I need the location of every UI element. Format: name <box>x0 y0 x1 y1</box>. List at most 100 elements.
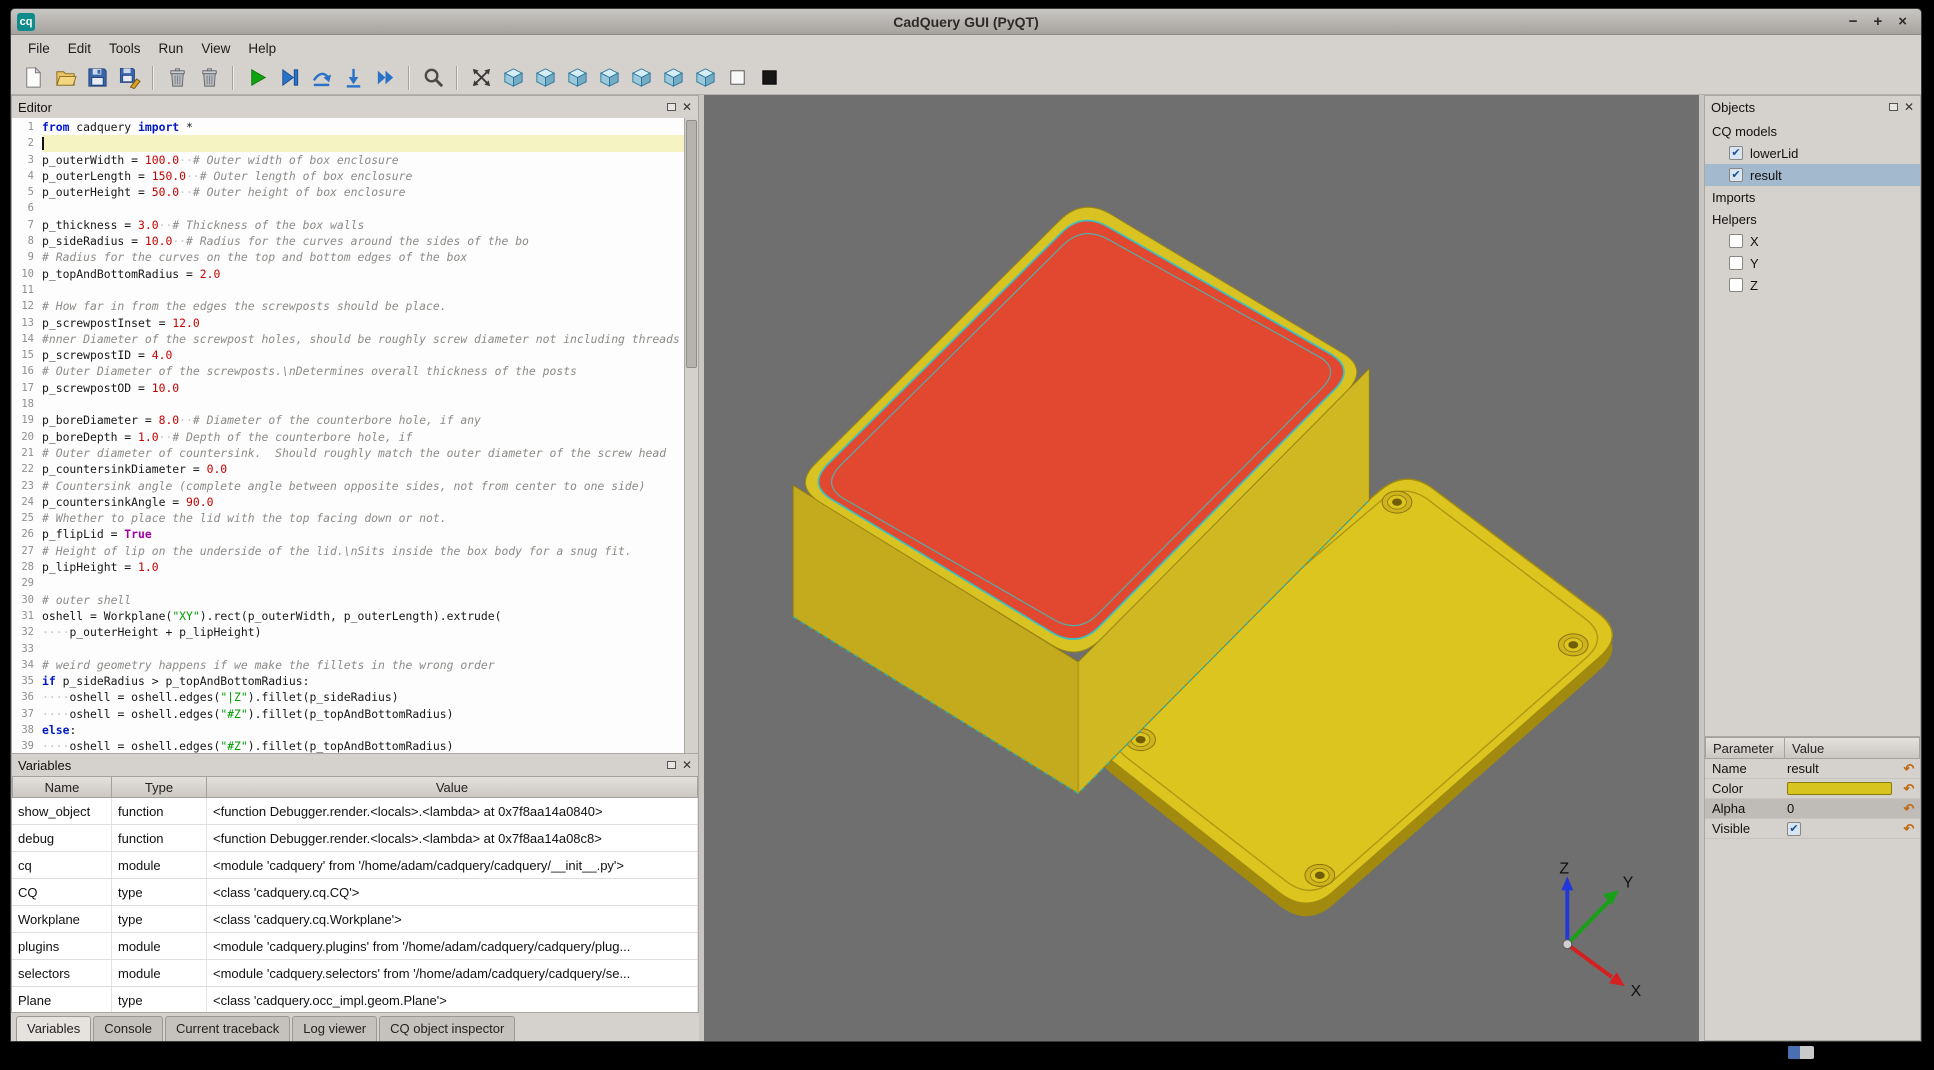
objects-float-icon[interactable] <box>1889 103 1898 111</box>
tree-item-y[interactable]: Y <box>1705 252 1920 274</box>
view-bottom-button[interactable] <box>690 63 720 93</box>
param-row-alpha[interactable]: Alpha0↶ <box>1705 799 1920 819</box>
run-script-button[interactable] <box>242 63 272 93</box>
variables-close-icon[interactable]: ✕ <box>682 759 692 771</box>
tab-current-traceback[interactable]: Current traceback <box>165 1016 290 1041</box>
menu-edit[interactable]: Edit <box>59 38 100 59</box>
reset-button[interactable]: ↶ <box>1898 821 1920 837</box>
minimize-button[interactable]: − <box>1849 13 1858 30</box>
editor-close-icon[interactable]: ✕ <box>682 101 692 113</box>
tree-item-result[interactable]: ✔result <box>1705 164 1920 186</box>
table-row[interactable]: show_objectfunction<function Debugger.re… <box>12 798 698 825</box>
code-line: 24p_countersinkAngle = 90.0 <box>12 494 684 510</box>
param-row-name[interactable]: Nameresult↶ <box>1705 759 1920 779</box>
editor-float-icon[interactable] <box>667 103 676 111</box>
checkbox-result[interactable]: ✔ <box>1729 168 1743 182</box>
line-number: 14 <box>12 331 42 347</box>
param-value-alpha[interactable]: 0 <box>1785 801 1898 816</box>
variables-float-icon[interactable] <box>667 761 676 769</box>
step-over-button[interactable] <box>306 63 336 93</box>
view-top-button[interactable] <box>658 63 688 93</box>
debug-script-button[interactable] <box>274 63 304 93</box>
view-back-button[interactable] <box>562 63 592 93</box>
wireframe-mode-button[interactable] <box>722 63 752 93</box>
tree-item-z[interactable]: Z <box>1705 274 1920 296</box>
params-col-header-value[interactable]: Value <box>1785 737 1920 759</box>
visible-checkbox[interactable]: ✔ <box>1787 822 1801 836</box>
shaded-mode-button[interactable] <box>754 63 784 93</box>
param-value-color[interactable] <box>1785 782 1898 795</box>
params-col-header-parameter[interactable]: Parameter <box>1705 737 1785 759</box>
tree-group-imports[interactable]: Imports <box>1705 186 1920 208</box>
line-number: 5 <box>12 184 42 200</box>
app-window: cq CadQuery GUI (PyQT) − + × FileEditToo… <box>10 8 1922 1042</box>
view-right-button[interactable] <box>626 63 656 93</box>
view-left-button[interactable] <box>594 63 624 93</box>
tree-group-helpers[interactable]: Helpers <box>1705 208 1920 230</box>
editor-scrollbar[interactable] <box>684 118 698 753</box>
tree-item-lowerlid[interactable]: ✔lowerLid <box>1705 142 1920 164</box>
viewport-3d[interactable]: Z Y X <box>704 95 1699 1041</box>
checkbox-lowerlid[interactable]: ✔ <box>1729 146 1743 160</box>
variables-col-header-type[interactable]: Type <box>112 776 207 798</box>
tab-variables[interactable]: Variables <box>16 1016 91 1041</box>
maximize-button[interactable]: + <box>1873 13 1882 30</box>
tree-item-x[interactable]: X <box>1705 230 1920 252</box>
editor-code[interactable]: 1from cadquery import *23p_outerWidth = … <box>12 118 698 753</box>
table-row[interactable]: pluginsmodule<module 'cadquery.plugins' … <box>12 933 698 960</box>
reset-button[interactable]: ↶ <box>1898 781 1920 797</box>
toolbar <box>11 61 1921 95</box>
tab-log-viewer[interactable]: Log viewer <box>292 1016 377 1041</box>
save-as-button[interactable] <box>114 63 144 93</box>
menu-run[interactable]: Run <box>150 38 193 59</box>
titlebar[interactable]: cq CadQuery GUI (PyQT) − + × <box>11 9 1921 35</box>
view-axonometric-button[interactable] <box>498 63 528 93</box>
param-value-name[interactable]: result <box>1785 761 1898 776</box>
debug-script-icon <box>278 66 301 89</box>
color-swatch[interactable] <box>1787 782 1892 795</box>
menu-view[interactable]: View <box>192 38 239 59</box>
save-file-button[interactable] <box>82 63 112 93</box>
checkbox-y[interactable] <box>1729 256 1743 270</box>
table-row[interactable]: Workplanetype<class 'cadquery.cq.Workpla… <box>12 906 698 933</box>
checkbox-z[interactable] <box>1729 278 1743 292</box>
line-number: 1 <box>12 119 42 135</box>
tree-group-cq-models[interactable]: CQ models <box>1705 120 1920 142</box>
table-row[interactable]: debugfunction<function Debugger.render.<… <box>12 825 698 852</box>
reset-button[interactable]: ↶ <box>1898 761 1920 777</box>
code-line: 9# Radius for the curves on the top and … <box>12 249 684 265</box>
view-front-button[interactable] <box>530 63 560 93</box>
new-file-button[interactable] <box>18 63 48 93</box>
variables-col-header-value[interactable]: Value <box>207 776 698 798</box>
reset-button[interactable]: ↶ <box>1898 801 1920 817</box>
checkbox-x[interactable] <box>1729 234 1743 248</box>
code-line: 21# Outer diameter of countersink. Shoul… <box>12 445 684 461</box>
continue-run-icon <box>374 66 397 89</box>
table-row[interactable]: cqmodule<module 'cadquery' from '/home/a… <box>12 852 698 879</box>
editor-code-lines[interactable]: 1from cadquery import *23p_outerWidth = … <box>12 118 684 753</box>
menu-tools[interactable]: Tools <box>100 38 150 59</box>
menu-file[interactable]: File <box>19 38 59 59</box>
param-value-visible[interactable]: ✔ <box>1785 822 1898 836</box>
table-row[interactable]: Planetype<class 'cadquery.occ_impl.geom.… <box>12 987 698 1012</box>
step-into-button[interactable] <box>338 63 368 93</box>
viewport-scene[interactable]: Z Y X <box>704 95 1699 1041</box>
open-file-button[interactable] <box>50 63 80 93</box>
zoom-button[interactable] <box>418 63 448 93</box>
delete-object-button[interactable] <box>194 63 224 93</box>
table-row[interactable]: selectorsmodule<module 'cadquery.selecto… <box>12 960 698 987</box>
close-button[interactable]: × <box>1898 13 1907 30</box>
clear-objects-button[interactable] <box>162 63 192 93</box>
tab-console[interactable]: Console <box>93 1016 163 1041</box>
variables-col-header-name[interactable]: Name <box>12 776 112 798</box>
editor-scrollbar-thumb[interactable] <box>686 120 697 368</box>
table-row[interactable]: CQtype<class 'cadquery.cq.CQ'> <box>12 879 698 906</box>
continue-run-button[interactable] <box>370 63 400 93</box>
code-line: 20p_boreDepth = 1.0··# Depth of the coun… <box>12 429 684 445</box>
tab-cq-object-inspector[interactable]: CQ object inspector <box>379 1016 515 1041</box>
param-row-visible[interactable]: Visible✔↶ <box>1705 819 1920 839</box>
param-row-color[interactable]: Color↶ <box>1705 779 1920 799</box>
fit-view-button[interactable] <box>466 63 496 93</box>
menu-help[interactable]: Help <box>239 38 285 59</box>
objects-close-icon[interactable]: ✕ <box>1904 101 1914 113</box>
